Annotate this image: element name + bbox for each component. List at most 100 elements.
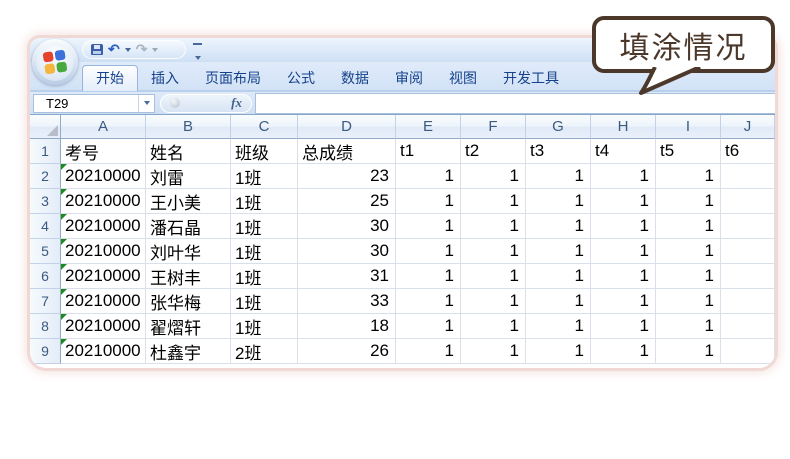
cell-J4[interactable] [721, 214, 775, 239]
cell-I8[interactable]: 1 [656, 314, 721, 339]
column-header-D[interactable]: D [298, 115, 396, 139]
fx-icon[interactable]: fx [231, 95, 242, 111]
undo-icon[interactable]: ↶ [108, 41, 120, 58]
cell-C3[interactable]: 1班 [231, 189, 298, 214]
name-box[interactable]: T29 [33, 94, 155, 113]
insert-function-ball-icon[interactable] [170, 98, 180, 108]
cell-D1[interactable]: 总成绩 [298, 139, 396, 164]
cell-G1[interactable]: t3 [526, 139, 591, 164]
cell-A8[interactable]: 20210000 [61, 314, 146, 339]
cell-B4[interactable]: 潘石晶 [146, 214, 231, 239]
cell-B9[interactable]: 杜鑫宇 [146, 339, 231, 364]
name-box-dropdown-icon[interactable] [138, 95, 150, 112]
cell-C9[interactable]: 2班 [231, 339, 298, 364]
cell-J8[interactable] [721, 314, 775, 339]
cell-A3[interactable]: 20210000 [61, 189, 146, 214]
cell-D3[interactable]: 25 [298, 189, 396, 214]
cell-F4[interactable]: 1 [461, 214, 526, 239]
cell-F9[interactable]: 1 [461, 339, 526, 364]
redo-icon[interactable]: ↷ [136, 41, 148, 58]
cell-A5[interactable]: 20210000 [61, 239, 146, 264]
cell-B7[interactable]: 张华梅 [146, 289, 231, 314]
column-header-A[interactable]: A [61, 115, 146, 139]
cell-J9[interactable] [721, 339, 775, 364]
cell-H2[interactable]: 1 [591, 164, 656, 189]
tab-2[interactable]: 插入 [138, 67, 192, 90]
cell-F2[interactable]: 1 [461, 164, 526, 189]
row-header-2[interactable]: 2 [30, 164, 61, 189]
cell-G2[interactable]: 1 [526, 164, 591, 189]
select-all-corner[interactable] [30, 115, 61, 139]
column-header-I[interactable]: I [656, 115, 721, 139]
cell-C8[interactable]: 1班 [231, 314, 298, 339]
cell-D9[interactable]: 26 [298, 339, 396, 364]
cell-F6[interactable]: 1 [461, 264, 526, 289]
cell-E9[interactable]: 1 [396, 339, 461, 364]
cell-G3[interactable]: 1 [526, 189, 591, 214]
cell-I9[interactable]: 1 [656, 339, 721, 364]
cell-E8[interactable]: 1 [396, 314, 461, 339]
cell-F1[interactable]: t2 [461, 139, 526, 164]
tab-1[interactable]: 开始 [82, 65, 138, 91]
save-icon[interactable] [91, 44, 103, 55]
cell-D6[interactable]: 31 [298, 264, 396, 289]
cell-F5[interactable]: 1 [461, 239, 526, 264]
column-header-B[interactable]: B [146, 115, 231, 139]
row-header-8[interactable]: 8 [30, 314, 61, 339]
row-header-3[interactable]: 3 [30, 189, 61, 214]
cell-B2[interactable]: 刘雷 [146, 164, 231, 189]
cell-J3[interactable] [721, 189, 775, 214]
cell-E4[interactable]: 1 [396, 214, 461, 239]
cell-F8[interactable]: 1 [461, 314, 526, 339]
row-header-4[interactable]: 4 [30, 214, 61, 239]
cell-A9[interactable]: 20210000 [61, 339, 146, 364]
cell-B8[interactable]: 翟熠轩 [146, 314, 231, 339]
cell-E7[interactable]: 1 [396, 289, 461, 314]
cell-B5[interactable]: 刘叶华 [146, 239, 231, 264]
cell-D8[interactable]: 18 [298, 314, 396, 339]
cell-D4[interactable]: 30 [298, 214, 396, 239]
cell-I6[interactable]: 1 [656, 264, 721, 289]
office-button[interactable] [32, 39, 78, 85]
cell-J6[interactable] [721, 264, 775, 289]
cell-H3[interactable]: 1 [591, 189, 656, 214]
cell-C1[interactable]: 班级 [231, 139, 298, 164]
cell-C6[interactable]: 1班 [231, 264, 298, 289]
cell-A1[interactable]: 考号 [61, 139, 146, 164]
cell-H8[interactable]: 1 [591, 314, 656, 339]
cell-C4[interactable]: 1班 [231, 214, 298, 239]
column-header-C[interactable]: C [231, 115, 298, 139]
cell-B6[interactable]: 王树丰 [146, 264, 231, 289]
cell-B1[interactable]: 姓名 [146, 139, 231, 164]
column-header-J[interactable]: J [721, 115, 775, 139]
column-header-G[interactable]: G [526, 115, 591, 139]
row-header-9[interactable]: 9 [30, 339, 61, 364]
cell-E6[interactable]: 1 [396, 264, 461, 289]
row-header-7[interactable]: 7 [30, 289, 61, 314]
cell-D5[interactable]: 30 [298, 239, 396, 264]
cell-E1[interactable]: t1 [396, 139, 461, 164]
cell-H4[interactable]: 1 [591, 214, 656, 239]
tab-8[interactable]: 开发工具 [490, 67, 572, 90]
cell-C2[interactable]: 1班 [231, 164, 298, 189]
cell-H9[interactable]: 1 [591, 339, 656, 364]
cell-G6[interactable]: 1 [526, 264, 591, 289]
cell-H5[interactable]: 1 [591, 239, 656, 264]
cell-H1[interactable]: t4 [591, 139, 656, 164]
cell-I7[interactable]: 1 [656, 289, 721, 314]
cell-G9[interactable]: 1 [526, 339, 591, 364]
cell-H7[interactable]: 1 [591, 289, 656, 314]
cell-F7[interactable]: 1 [461, 289, 526, 314]
cell-A7[interactable]: 20210000 [61, 289, 146, 314]
cell-I3[interactable]: 1 [656, 189, 721, 214]
cell-B3[interactable]: 王小美 [146, 189, 231, 214]
cell-J1[interactable]: t6 [721, 139, 775, 164]
cell-G7[interactable]: 1 [526, 289, 591, 314]
cell-A4[interactable]: 20210000 [61, 214, 146, 239]
tab-6[interactable]: 审阅 [382, 67, 436, 90]
tab-3[interactable]: 页面布局 [192, 67, 274, 90]
cell-H6[interactable]: 1 [591, 264, 656, 289]
cell-G5[interactable]: 1 [526, 239, 591, 264]
undo-dropdown-icon[interactable] [125, 48, 131, 52]
tab-5[interactable]: 数据 [328, 67, 382, 90]
